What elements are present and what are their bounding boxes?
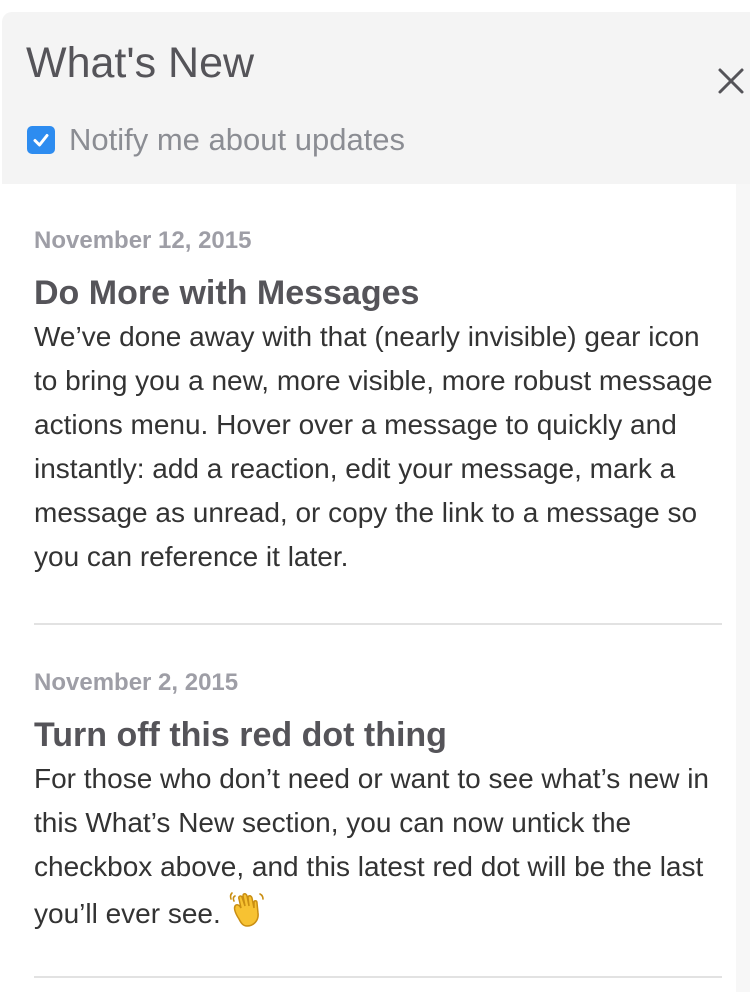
entry-body: We’ve done away with that (nearly invisi… — [34, 321, 713, 572]
waving-hand-icon — [227, 889, 267, 942]
checkmark-icon — [33, 134, 49, 147]
entry-body-container: For those who don’t need or want to see … — [34, 757, 724, 942]
entry-title: Turn off this red dot thing — [34, 716, 447, 754]
update-entry: November 2, 2015 Turn off this red dot t… — [34, 666, 724, 942]
entry-body: For those who don’t need or want to see … — [34, 763, 709, 929]
close-icon — [718, 68, 744, 94]
close-button[interactable] — [712, 62, 750, 100]
entry-title: Do More with Messages — [34, 274, 420, 312]
update-entry: November 12, 2015 Do More with Messages … — [34, 224, 724, 579]
notify-toggle[interactable]: Notify me about updates — [27, 120, 405, 160]
notify-checkbox[interactable] — [27, 126, 55, 154]
panel-title: What's New — [26, 39, 255, 87]
entry-divider — [34, 976, 722, 978]
notify-label: Notify me about updates — [69, 122, 406, 157]
entry-date: November 2, 2015 — [34, 669, 239, 696]
whats-new-panel: What's New Notify me about updates Novem… — [0, 0, 750, 992]
entry-divider — [34, 623, 722, 625]
scrollbar[interactable] — [736, 184, 750, 992]
panel-header: What's New Notify me about updates — [2, 12, 750, 184]
entry-date: November 12, 2015 — [34, 227, 252, 254]
